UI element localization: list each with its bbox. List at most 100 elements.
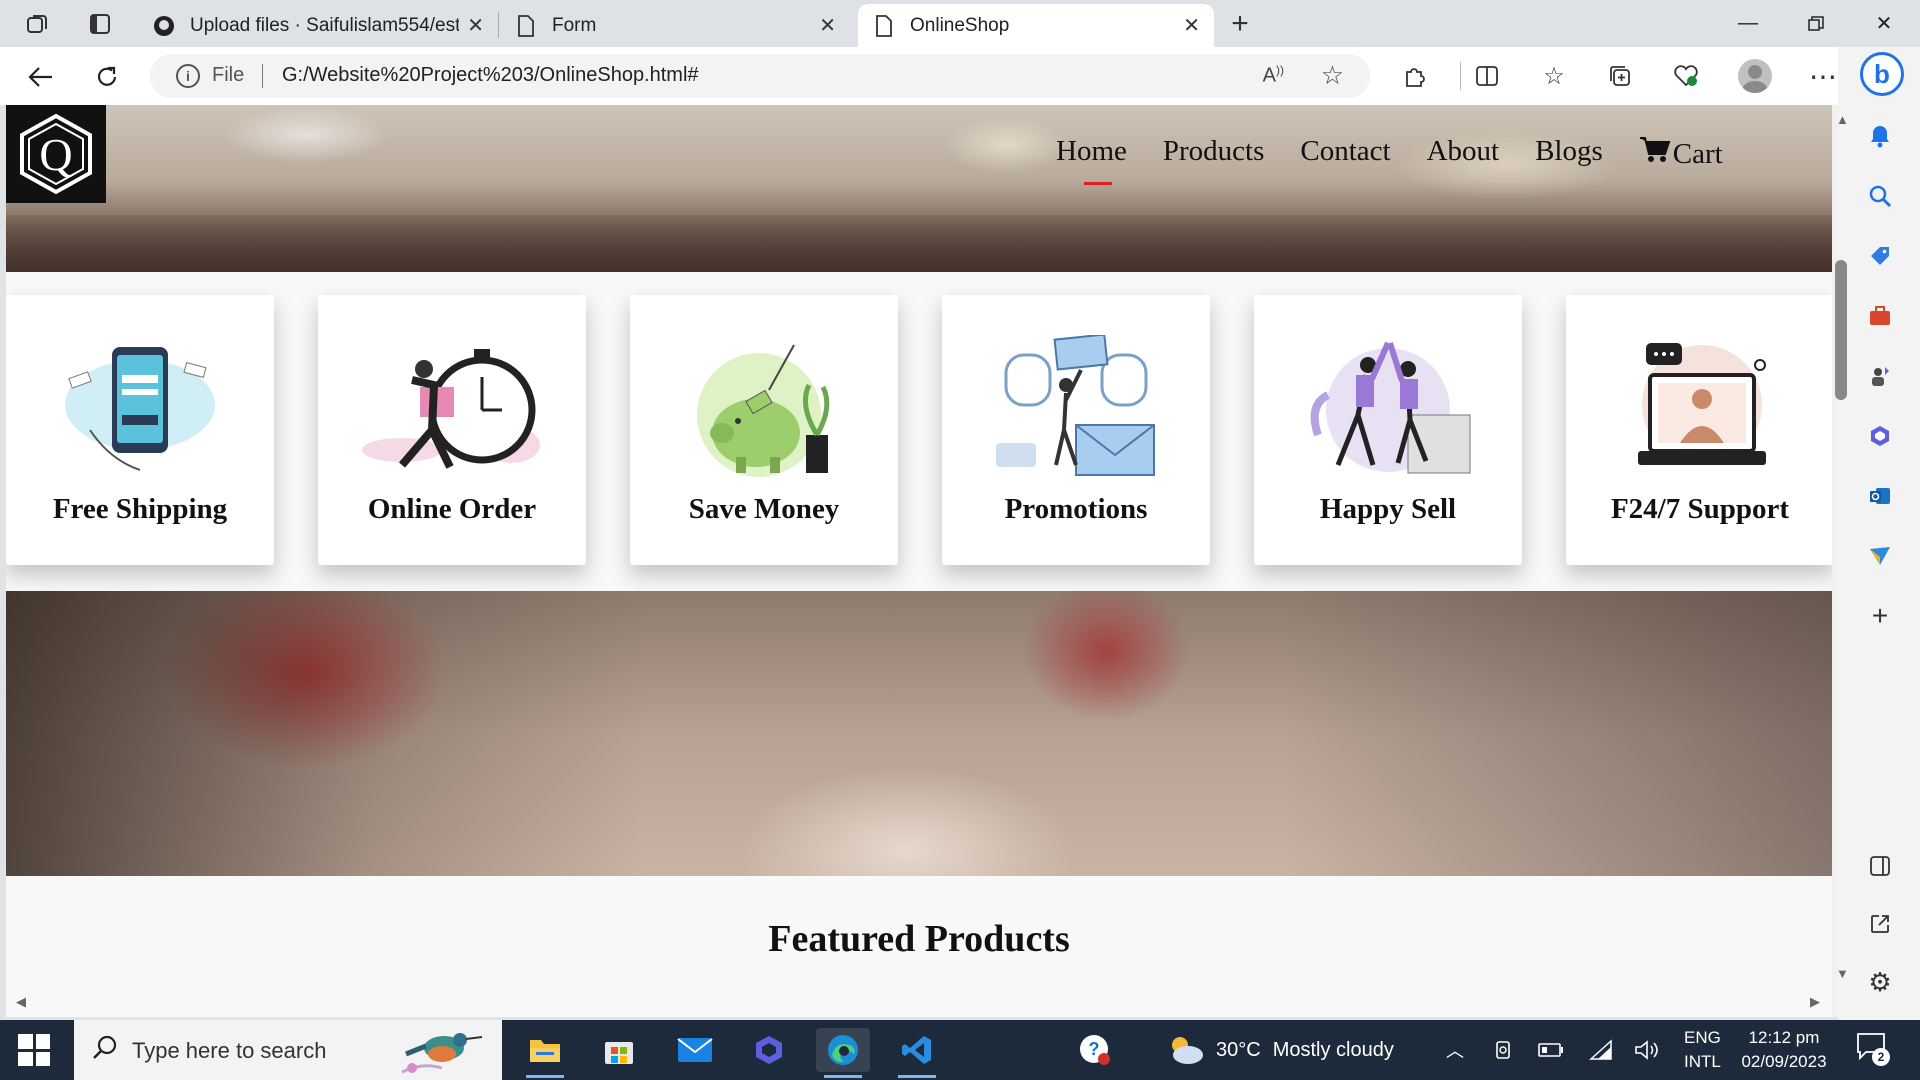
feature-title: Promotions bbox=[1004, 493, 1148, 525]
feature-card-support[interactable]: F24/7 Support bbox=[1566, 295, 1832, 565]
extensions-icon[interactable] bbox=[1398, 59, 1432, 93]
feature-card-free-shipping[interactable]: Free Shipping bbox=[6, 295, 274, 565]
volume-icon[interactable] bbox=[1634, 1020, 1660, 1080]
hide-sidebar-icon[interactable] bbox=[1863, 849, 1897, 883]
feature-card-promotions[interactable]: Promotions bbox=[942, 295, 1210, 565]
taskbar-search-box[interactable]: Type here to search bbox=[74, 1020, 502, 1080]
gift-envelope-illustration bbox=[996, 335, 1155, 476]
outlook-icon[interactable] bbox=[1863, 479, 1897, 513]
copilot-app-icon[interactable] bbox=[742, 1028, 796, 1072]
scroll-left-arrow-icon[interactable]: ◀ bbox=[16, 994, 26, 1010]
games-icon[interactable] bbox=[1863, 359, 1897, 393]
back-icon[interactable] bbox=[24, 60, 58, 94]
wifi-icon[interactable] bbox=[1588, 1020, 1614, 1080]
vertical-scrollbar[interactable] bbox=[1832, 105, 1847, 1017]
add-sidebar-app-icon[interactable]: + bbox=[1863, 599, 1897, 633]
nav-contact[interactable]: Contact bbox=[1300, 135, 1390, 171]
logo-letter: Q bbox=[39, 129, 72, 180]
new-tab-icon[interactable]: + bbox=[1224, 7, 1256, 40]
restore-icon[interactable] bbox=[1782, 0, 1850, 47]
more-options-icon[interactable]: ⋯ bbox=[1806, 59, 1840, 93]
search-icon bbox=[92, 1034, 118, 1067]
close-tab-icon[interactable]: ✕ bbox=[1183, 13, 1200, 38]
partly-cloudy-icon bbox=[1172, 1037, 1203, 1064]
vscode-icon[interactable] bbox=[890, 1028, 944, 1078]
browser-essentials-icon[interactable] bbox=[1669, 59, 1703, 93]
feature-card-happy-sell[interactable]: Happy Sell bbox=[1254, 295, 1522, 565]
feature-card-save-money[interactable]: Save Money bbox=[630, 295, 898, 565]
taskbar-device-icon[interactable] bbox=[1492, 1020, 1514, 1080]
language-code: ENG bbox=[1684, 1028, 1721, 1047]
refresh-icon[interactable] bbox=[90, 60, 124, 94]
tab-separator bbox=[498, 12, 499, 38]
tab-onlineshop[interactable]: OnlineShop ✕ bbox=[858, 4, 1214, 47]
laptop-support-illustration bbox=[1638, 343, 1766, 465]
open-external-icon[interactable] bbox=[1863, 907, 1897, 941]
address-bar[interactable]: i File G:/Website%20Project%203/OnlineSh… bbox=[150, 54, 1370, 98]
address-scheme: File bbox=[212, 64, 245, 86]
close-tab-icon[interactable]: ✕ bbox=[819, 13, 836, 38]
notification-center-icon[interactable]: 2 bbox=[1856, 1032, 1890, 1068]
scroll-up-arrow-icon[interactable]: ▲ bbox=[1836, 112, 1849, 127]
scroll-right-arrow-icon[interactable]: ▶ bbox=[1810, 994, 1820, 1010]
minimize-icon[interactable]: — bbox=[1714, 0, 1782, 47]
close-tab-icon[interactable]: ✕ bbox=[467, 13, 484, 38]
search-placeholder: Type here to search bbox=[132, 1038, 327, 1063]
show-hidden-icons-chevron-icon[interactable]: ︿ bbox=[1446, 1020, 1464, 1080]
search-icon[interactable] bbox=[1863, 179, 1897, 213]
site-logo[interactable]: Q bbox=[6, 105, 106, 203]
scroll-down-arrow-icon[interactable]: ▼ bbox=[1836, 966, 1849, 981]
nav-products[interactable]: Products bbox=[1163, 135, 1265, 171]
read-aloud-icon[interactable]: A)) bbox=[1263, 63, 1284, 88]
tab-form[interactable]: Form ✕ bbox=[500, 4, 850, 47]
svg-text:?: ? bbox=[1089, 1039, 1100, 1059]
drop-send-icon[interactable] bbox=[1863, 539, 1897, 573]
nav-cart[interactable]: Cart bbox=[1639, 135, 1723, 171]
features-row: Free Shipping Online Order Save Money Pr… bbox=[6, 295, 1832, 565]
weather-temp: 30°C bbox=[1216, 1038, 1261, 1061]
scrollbar-thumb[interactable] bbox=[1835, 260, 1847, 400]
toolbar-divider bbox=[1460, 62, 1461, 90]
microsoft-store-icon[interactable] bbox=[592, 1028, 646, 1072]
shopping-tag-icon[interactable] bbox=[1863, 239, 1897, 273]
feature-title: Happy Sell bbox=[1319, 493, 1457, 525]
workspaces-icon[interactable] bbox=[22, 8, 54, 40]
favorite-star-icon[interactable]: ☆ bbox=[1321, 60, 1344, 91]
github-icon bbox=[152, 14, 176, 38]
profile-avatar[interactable] bbox=[1738, 59, 1772, 93]
nav-about[interactable]: About bbox=[1427, 135, 1500, 171]
phone-payment-illustration bbox=[65, 347, 215, 471]
edge-browser-icon[interactable] bbox=[816, 1028, 870, 1078]
favorites-icon[interactable]: ☆ bbox=[1537, 59, 1571, 93]
page-icon bbox=[872, 14, 896, 38]
info-icon[interactable]: i bbox=[176, 64, 200, 88]
file-explorer-icon[interactable] bbox=[518, 1028, 572, 1078]
nav-home[interactable]: Home bbox=[1056, 135, 1127, 185]
weather-condition: Mostly cloudy bbox=[1272, 1038, 1394, 1061]
tab-upload-files[interactable]: Upload files · Saifulislam554/esto ✕ bbox=[138, 4, 498, 47]
store-interior-banner bbox=[6, 591, 1832, 876]
sidebar-settings-gear-icon[interactable]: ⚙ bbox=[1863, 965, 1897, 999]
battery-icon[interactable] bbox=[1538, 1020, 1564, 1080]
notifications-bell-icon[interactable] bbox=[1863, 119, 1897, 153]
feature-card-online-order[interactable]: Online Order bbox=[318, 295, 586, 565]
windows-start-icon[interactable] bbox=[18, 1034, 50, 1066]
taskbar-clock[interactable]: 12:12 pm 02/09/2023 bbox=[1734, 1026, 1834, 1074]
tools-briefcase-icon[interactable] bbox=[1863, 299, 1897, 333]
help-icon[interactable]: ? bbox=[1068, 1028, 1122, 1072]
mail-icon[interactable] bbox=[668, 1028, 722, 1072]
split-screen-icon[interactable] bbox=[1470, 59, 1504, 93]
close-window-icon[interactable]: ✕ bbox=[1850, 0, 1918, 47]
delivery-clock-illustration bbox=[362, 349, 540, 469]
collections-icon[interactable] bbox=[1603, 59, 1637, 93]
weather-widget[interactable]: 30°C Mostly cloudy bbox=[1166, 1020, 1394, 1080]
web-page-viewport: Q Home Products Contact About Blogs Cart bbox=[6, 105, 1832, 1017]
browser-tab-bar: Upload files · Saifulislam554/esto ✕ For… bbox=[0, 0, 1920, 47]
feature-title: Free Shipping bbox=[52, 493, 228, 525]
tab-actions-icon[interactable] bbox=[84, 8, 116, 40]
nav-blogs[interactable]: Blogs bbox=[1535, 135, 1603, 171]
input-language-indicator[interactable]: ENG INTL bbox=[1684, 1026, 1721, 1074]
microsoft-365-icon[interactable] bbox=[1863, 419, 1897, 453]
address-url[interactable]: G:/Website%20Project%203/OnlineShop.html… bbox=[282, 64, 699, 87]
bing-copilot-icon[interactable]: b bbox=[1860, 52, 1904, 96]
